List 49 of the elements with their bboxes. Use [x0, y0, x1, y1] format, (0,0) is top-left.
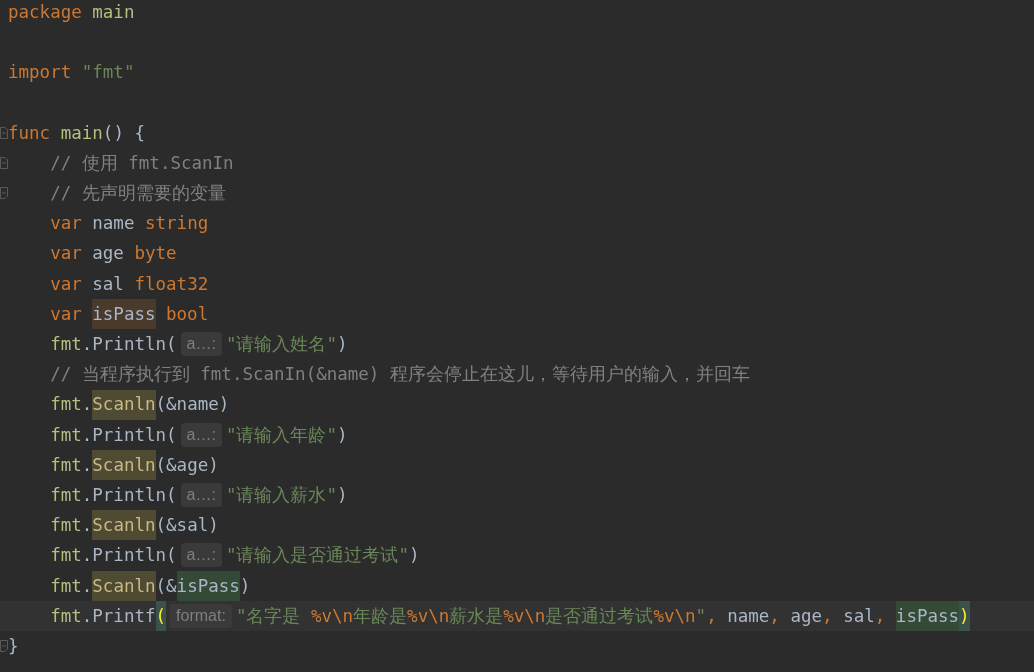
code-text: var age byte: [49, 242, 177, 266]
code-text: fmt.Println(: [49, 483, 177, 507]
code-text: fmt.Println(: [49, 333, 177, 357]
highlighted-symbol: Scanln: [92, 570, 156, 601]
code-comment: // 使用 fmt.ScanIn: [49, 151, 234, 175]
code-text: "请输入姓名"): [225, 333, 348, 357]
parameter-hint: a…:: [180, 422, 222, 447]
code-text: var name string: [49, 212, 209, 236]
highlighted-symbol: Scanln: [92, 510, 156, 541]
highlighted-symbol: isPass: [176, 570, 240, 601]
parameter-hint: a…:: [180, 483, 222, 508]
code-text: (&name): [155, 393, 230, 417]
highlighted-symbol: isPass: [895, 600, 960, 631]
code-text: fmt.Println(: [49, 423, 177, 447]
code-text: "请输入薪水"): [225, 483, 348, 507]
code-text: package main: [8, 0, 135, 24]
parameter-hint: format:: [170, 603, 232, 628]
unfold-icon[interactable]: [0, 639, 8, 652]
code-text: fmt.Printf: [49, 604, 156, 628]
matched-bracket: ): [959, 600, 970, 631]
code-text: "请输入是否通过考试"): [225, 544, 420, 568]
code-comment: // 先声明需要的变量: [49, 182, 226, 206]
code-text: "名字是 %v\n年龄是%v\n薪水是%v\n是否通过考试%v\n", name, age, sal,: [235, 604, 887, 628]
parameter-hint: a…:: [180, 332, 222, 357]
code-text: (&age): [155, 453, 219, 477]
code-comment: // 当程序执行到 fmt.ScanIn(&name) 程序会停止在这儿，等待用户的输入，并回车: [49, 363, 750, 387]
code-text: "请输入年龄"): [225, 423, 348, 447]
code-text: func main() {: [8, 121, 145, 145]
highlighted-symbol: Scanln: [92, 389, 156, 420]
code-text: fmt.: [49, 393, 93, 417]
code-text: bool: [165, 302, 209, 326]
fold-icon[interactable]: [0, 156, 8, 169]
code-text: (&sal): [155, 514, 219, 538]
code-text: fmt.: [49, 574, 93, 598]
unfold-icon[interactable]: [0, 187, 8, 200]
code-text: fmt.: [49, 453, 93, 477]
matched-bracket: (: [155, 600, 167, 631]
code-text: }: [8, 634, 19, 658]
code-text: var sal float32: [49, 272, 209, 296]
highlighted-symbol: isPass: [92, 298, 156, 329]
code-text: ): [239, 574, 251, 598]
parameter-hint: a…:: [180, 543, 222, 568]
fold-icon[interactable]: [0, 126, 8, 139]
code-text: var: [49, 302, 83, 326]
highlighted-symbol: Scanln: [92, 449, 156, 480]
code-text: (&: [155, 574, 177, 598]
code-text: fmt.Println(: [49, 544, 177, 568]
code-text: import "fmt": [8, 61, 135, 85]
code-text: fmt.: [49, 514, 93, 538]
